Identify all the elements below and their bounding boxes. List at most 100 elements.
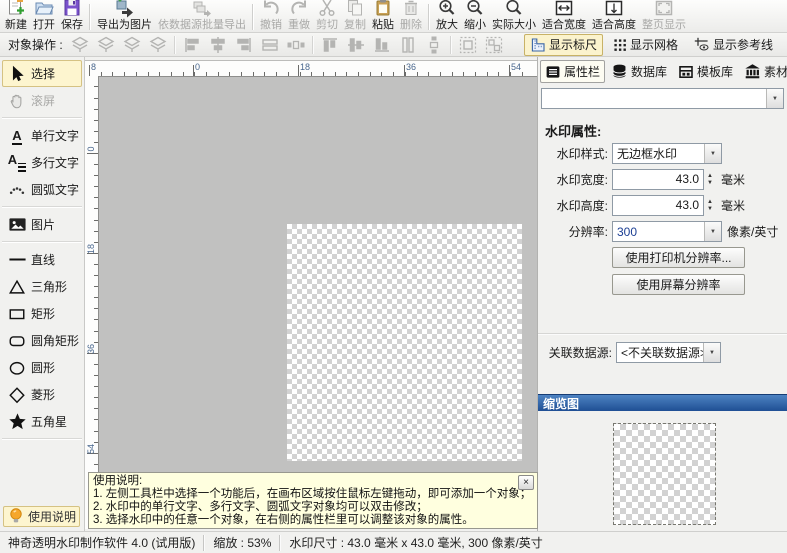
cut-icon — [317, 0, 337, 18]
lamp-icon — [8, 507, 24, 527]
layer-back-button — [145, 34, 171, 55]
fit-height-icon — [604, 0, 624, 18]
spin-up-icon[interactable]: ▲ — [704, 173, 716, 180]
tool-image[interactable]: 图片 — [2, 211, 82, 238]
show-ruler-icon — [530, 37, 546, 53]
paste-button[interactable]: 粘贴 — [369, 0, 397, 32]
tab-database[interactable]: 数据库 — [606, 60, 672, 83]
watermark-width-input[interactable]: 43.0 ▲▼ — [612, 169, 716, 190]
h-ruler-label: 36 — [406, 62, 416, 72]
canvas[interactable] — [99, 76, 537, 529]
delete-icon — [401, 0, 421, 18]
same-size-v-icon — [398, 35, 418, 55]
tool-star[interactable]: 五角星 — [2, 408, 82, 435]
tool-image-label: 图片 — [31, 216, 55, 233]
vertical-ruler: 0183654 — [85, 76, 99, 529]
usage-help-button[interactable]: 使用说明 — [3, 506, 80, 527]
tool-rounded-rectangle-label: 圆角矩形 — [31, 332, 79, 349]
watermark-height-stepper[interactable]: ▲▼ — [704, 195, 716, 216]
zoom-out-icon — [465, 0, 485, 18]
actual-size-icon — [504, 0, 524, 18]
watermark-style-row: 水印样式: 无边框水印 ▼ — [538, 143, 787, 164]
watermark-transparent-area[interactable] — [287, 224, 522, 461]
spin-down-icon[interactable]: ▼ — [704, 206, 716, 213]
show-guides-toggle[interactable]: 显示参考线 — [688, 34, 779, 56]
tab-templates[interactable]: 模板库 — [673, 60, 738, 83]
save-button[interactable]: 保存 — [58, 0, 86, 32]
watermark-width-stepper[interactable]: ▲▼ — [704, 169, 716, 190]
usage-instructions-panel: 使用说明: 1. 左侧工具栏中选择一个功能后，在画布区域按住鼠标左键拖动，即可添… — [88, 472, 538, 529]
watermark-height-input[interactable]: 43.0 ▲▼ — [612, 195, 716, 216]
tool-multi-line-text[interactable]: A多行文字 — [2, 149, 82, 176]
new-label: 新建 — [5, 18, 27, 32]
zoom-out-label: 缩小 — [464, 18, 486, 32]
layer-back-icon — [148, 35, 168, 55]
align-left-icon — [182, 35, 202, 55]
spin-down-icon[interactable]: ▼ — [704, 180, 716, 187]
export-image-button[interactable]: 导出为图片 — [94, 0, 155, 32]
toolbar-separator — [252, 4, 254, 30]
paste-icon — [373, 0, 393, 18]
chevron-down-icon[interactable]: ▼ — [704, 222, 721, 241]
h-ruler-label: 8 — [91, 62, 96, 72]
watermark-height-value[interactable]: 43.0 — [612, 195, 704, 216]
tool-diamond[interactable]: 菱形 — [2, 381, 82, 408]
space-h-button — [283, 34, 309, 55]
batch-export-button: 依数据源批量导出 — [155, 0, 249, 32]
resolution-combobox[interactable]: 300 ▼ — [612, 221, 722, 242]
new-button[interactable]: 新建 — [2, 0, 30, 32]
show-grid-toggle[interactable]: 显示网格 — [607, 34, 684, 56]
use-printer-resolution-button[interactable]: 使用打印机分辨率... — [612, 247, 745, 268]
show-grid-icon — [613, 38, 627, 52]
undo-label: 撤销 — [260, 18, 282, 32]
watermark-width-value[interactable]: 43.0 — [612, 169, 704, 190]
v-ruler-label: 36 — [86, 340, 96, 358]
resolution-value[interactable]: 300 — [613, 222, 704, 241]
tool-circle[interactable]: 圆形 — [2, 354, 82, 381]
chevron-down-icon[interactable]: ▼ — [703, 343, 720, 362]
batch-export-label: 依数据源批量导出 — [158, 18, 246, 32]
chevron-down-icon[interactable]: ▼ — [704, 144, 721, 163]
star-icon — [8, 412, 27, 431]
close-icon[interactable]: × — [518, 475, 534, 490]
data-source-dropdown[interactable]: <不关联数据源> ▼ — [616, 342, 721, 363]
zoom-in-icon — [437, 0, 457, 18]
tab-properties[interactable]: 属性栏 — [540, 60, 605, 83]
chevron-down-icon[interactable]: ▼ — [766, 89, 783, 108]
fit-height-label: 适合高度 — [592, 18, 636, 32]
zoom-in-button[interactable]: 放大 — [433, 0, 461, 32]
tool-triangle-label: 三角形 — [31, 278, 67, 295]
horizontal-ruler: 80183654 — [85, 60, 537, 77]
full-page-label: 整页显示 — [642, 18, 686, 32]
spin-up-icon[interactable]: ▲ — [704, 199, 716, 206]
redo-icon — [289, 0, 309, 18]
undo-icon — [261, 0, 281, 18]
tool-single-line-text[interactable]: A单行文字 — [2, 122, 82, 149]
open-button[interactable]: 打开 — [30, 0, 58, 32]
actual-size-button[interactable]: 实际大小 — [489, 0, 539, 32]
tool-select[interactable]: 选择 — [2, 60, 82, 87]
tool-line[interactable]: 直线 — [2, 246, 82, 273]
tool-arc-text[interactable]: 圆弧文字 — [2, 176, 82, 203]
object-selector-combobox[interactable]: ▼ — [541, 88, 784, 109]
tool-diamond-label: 菱形 — [31, 386, 55, 403]
zoom-out-button[interactable]: 缩小 — [461, 0, 489, 32]
align-middle-v-button — [343, 34, 369, 55]
database-icon — [611, 63, 628, 80]
watermark-style-dropdown[interactable]: 无边框水印 ▼ — [612, 143, 722, 164]
show-ruler-toggle[interactable]: 显示标尺 — [524, 34, 603, 56]
tab-materials[interactable]: 素材库 — [739, 60, 787, 83]
use-screen-resolution-button[interactable]: 使用屏幕分辨率 — [612, 274, 745, 295]
tool-line-label: 直线 — [31, 251, 55, 268]
tool-rectangle[interactable]: 矩形 — [2, 300, 82, 327]
fit-height-button[interactable]: 适合高度 — [589, 0, 639, 32]
layer-down-button — [119, 34, 145, 55]
object-operations-label: 对象操作 : — [8, 36, 63, 53]
circle-icon — [8, 359, 26, 377]
undo-button: 撤销 — [257, 0, 285, 32]
tool-rounded-rectangle[interactable]: 圆角矩形 — [2, 327, 82, 354]
fit-width-button[interactable]: 适合宽度 — [539, 0, 589, 32]
help-title: 使用说明: — [93, 475, 533, 488]
data-source-value: <不关联数据源> — [617, 343, 703, 362]
tool-triangle[interactable]: 三角形 — [2, 273, 82, 300]
